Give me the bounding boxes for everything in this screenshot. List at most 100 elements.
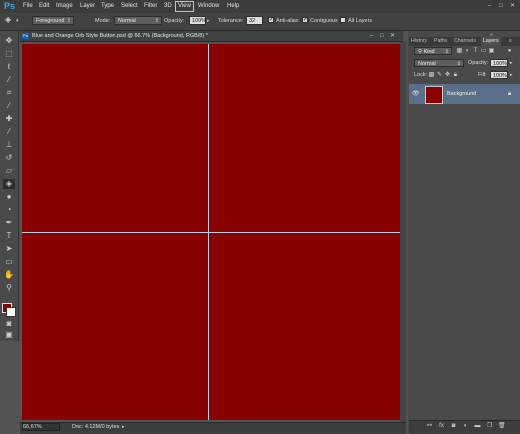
chevron-down-icon: ⇕ (444, 49, 449, 55)
mode-dropdown[interactable]: Normal ⇕ (114, 16, 162, 25)
healing-brush-icon[interactable]: ✚ (3, 114, 15, 124)
eyedropper-icon[interactable]: ⁄ (3, 101, 15, 111)
tolerance-input[interactable]: 32 (246, 16, 263, 25)
menu-select[interactable]: Select (121, 2, 138, 11)
lock-icon: 🔒︎ (508, 91, 512, 97)
background-color-swatch[interactable] (6, 307, 16, 317)
lock-transparency-icon[interactable]: ▩ (428, 71, 435, 79)
lock-position-icon[interactable]: ✥ (444, 71, 451, 79)
lasso-icon[interactable]: ℓ (3, 62, 15, 72)
menu-help[interactable]: Help (227, 2, 239, 11)
eye-icon[interactable]: 👁︎ (412, 90, 420, 98)
screen-mode-icon[interactable]: ▣ (3, 330, 15, 340)
link-icon[interactable]: ⚯ (426, 423, 433, 430)
folder-icon[interactable]: ▬ (474, 423, 481, 430)
doc-close-icon[interactable]: ✕ (390, 32, 395, 40)
window-maximize-icon[interactable]: □ (499, 3, 505, 9)
dodge-icon[interactable]: ◔ (3, 205, 15, 215)
status-menu-arrow-icon[interactable]: ▸ (122, 424, 125, 431)
layer-thumbnail (425, 86, 443, 104)
hand-icon[interactable]: ✋ (3, 270, 15, 280)
window-close-icon[interactable]: ✕ (510, 3, 516, 9)
menu-edit[interactable]: Edit (39, 2, 49, 11)
layer-name[interactable]: Background (447, 90, 476, 98)
vertical-scrollbar[interactable] (400, 42, 406, 422)
shape-icon[interactable]: ▭ (3, 257, 15, 267)
layer-opacity-input[interactable]: 100% (490, 59, 508, 67)
fill-source-dropdown[interactable]: Foreground ⇕ (32, 16, 74, 25)
filter-pixel-icon[interactable]: ▦ (456, 47, 463, 55)
filter-smart-object-icon[interactable]: ▣ (488, 47, 495, 55)
menu-view[interactable]: View (175, 1, 194, 12)
trash-icon[interactable]: 🗑︎ (498, 423, 506, 430)
paint-bucket-icon[interactable]: ◈ (3, 179, 15, 189)
lock-pixels-icon[interactable]: ✎ (436, 71, 443, 79)
menu-layer[interactable]: Layer (80, 2, 95, 11)
contiguous-checkbox[interactable]: ✓ (302, 17, 308, 23)
opacity-input[interactable]: 100% (189, 16, 206, 25)
opacity-label: Opacity: (164, 18, 185, 24)
quick-mask-icon[interactable]: ◙ (3, 319, 15, 329)
blend-mode-dropdown[interactable]: Normal ⇕ (414, 59, 464, 67)
panel-menu-icon[interactable]: ≡ (509, 38, 512, 45)
layer-fill-input[interactable]: 100% (490, 71, 508, 79)
filter-adjustment-icon[interactable]: ◐ (464, 47, 471, 55)
menu-filter[interactable]: Filter (144, 2, 157, 11)
fill-arrow-icon[interactable]: ▸ (510, 71, 513, 79)
tab-layers[interactable]: Layers (481, 37, 501, 46)
menu-3d[interactable]: 3D (164, 2, 172, 11)
eraser-icon[interactable]: ▱ (3, 166, 15, 176)
chevron-down-icon: ⇕ (66, 18, 71, 24)
clone-stamp-icon[interactable]: ⊥ (3, 140, 15, 150)
document-icon: Ps (22, 33, 29, 39)
paint-bucket-icon[interactable]: ◈ (5, 15, 11, 25)
fx-icon[interactable]: fx (438, 423, 445, 430)
type-icon[interactable]: T (3, 231, 15, 241)
mask-icon[interactable]: ◙ (450, 423, 457, 430)
new-layer-icon[interactable]: ❐ (486, 423, 493, 430)
lock-label: Lock: (414, 72, 428, 78)
zoom-level: 66.67% (23, 424, 42, 430)
doc-maximize-icon[interactable]: □ (380, 32, 384, 40)
move-icon[interactable]: ✥ (3, 36, 15, 46)
chevron-down-icon: ⇕ (154, 18, 159, 24)
opacity-label: Opacity: (468, 60, 489, 66)
blend-mode-value: Normal (418, 61, 436, 67)
tab-paths[interactable]: Paths (434, 37, 447, 46)
menu-image[interactable]: Image (56, 2, 73, 11)
all-layers-checkbox[interactable] (340, 17, 346, 23)
menu-file[interactable]: File (23, 2, 33, 11)
menu-type[interactable]: Type (101, 2, 114, 11)
tab-channels[interactable]: Channels (454, 37, 476, 46)
history-brush-icon[interactable]: ↺ (3, 153, 15, 163)
fill-label: Fill: (478, 72, 487, 78)
opacity-arrow-icon[interactable]: ▸ (207, 17, 210, 25)
crop-icon[interactable]: ⌗ (3, 88, 15, 98)
filter-toggle-icon[interactable]: ● (506, 47, 513, 55)
adjustment-icon[interactable]: ◐ (462, 423, 469, 430)
magic-wand-icon[interactable]: ⁄ (3, 75, 15, 85)
mode-label: Mode: (95, 18, 111, 24)
opacity-arrow-icon[interactable]: ▸ (510, 59, 513, 67)
menu-window[interactable]: Window (198, 2, 219, 11)
zoom-icon[interactable]: ⚲ (3, 283, 15, 293)
filter-type-icon[interactable]: T (472, 47, 479, 55)
tab-history[interactable]: History (411, 37, 427, 46)
document-title: Blue and Orange Orb Style Button.psd @ 6… (32, 33, 208, 39)
marquee-icon[interactable]: ⬚ (3, 49, 15, 59)
doc-minimize-icon[interactable]: – (370, 32, 373, 40)
document-size: Doc: 4.12M/0 bytes (72, 424, 120, 430)
window-minimize-icon[interactable]: – (488, 3, 494, 9)
all-layers-label: All Layers (348, 18, 373, 24)
blur-icon[interactable]: ● (3, 192, 15, 202)
path-selection-icon[interactable]: ➤ (3, 244, 15, 254)
brush-icon[interactable]: ⁄ (3, 127, 15, 137)
layer-filter-kind-dropdown[interactable]: ⚲ Kind ⇕ (414, 47, 452, 55)
anti-alias-checkbox[interactable]: ✓ (268, 17, 274, 23)
horizontal-guide[interactable] (22, 232, 400, 233)
lock-all-icon[interactable]: 🔒︎ (452, 71, 459, 79)
menu-bar (0, 0, 520, 13)
pen-icon[interactable]: ✒ (3, 218, 15, 228)
tool-preset-arrow-icon[interactable]: ▾ (16, 17, 19, 25)
filter-shape-icon[interactable]: ▭ (480, 47, 487, 55)
